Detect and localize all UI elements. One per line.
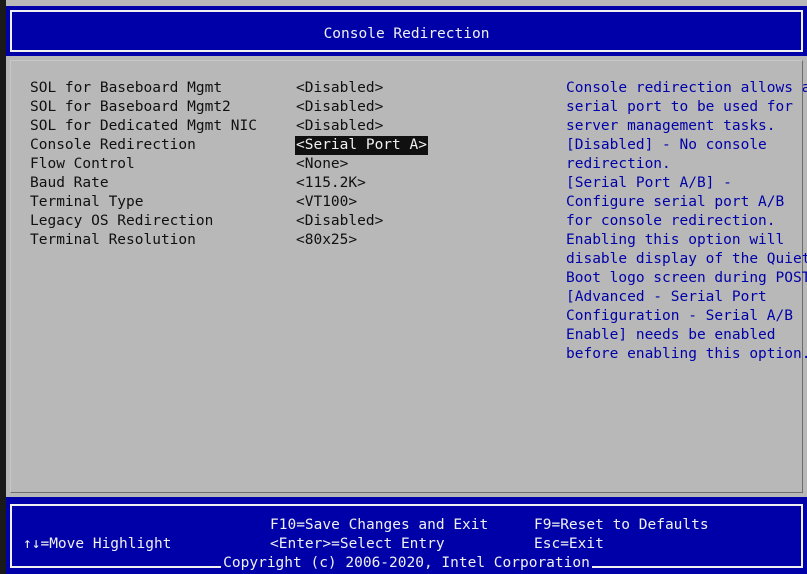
option-value[interactable]: <Disabled>: [295, 117, 384, 136]
reset-defaults-hint: F9=Reset to Defaults: [534, 517, 709, 533]
help-line: Configuration - Serial A/B: [566, 308, 793, 324]
title-bar: Console Redirection: [6, 6, 807, 56]
footer-bar: F10=Save Changes and Exit F9=Reset to De…: [6, 497, 807, 574]
option-value[interactable]: <None>: [295, 155, 349, 174]
help-line: Boot logo screen during POST.: [566, 270, 807, 286]
help-line: for console redirection.: [566, 213, 776, 229]
copyright-line: Copyright (c) 2006-2020, Intel Corporati…: [6, 554, 807, 573]
option-value[interactable]: <Disabled>: [295, 98, 384, 117]
option-label: SOL for Baseboard Mgmt2: [30, 99, 231, 115]
help-line: server management tasks.: [566, 118, 776, 134]
option-label: Terminal Resolution: [30, 232, 196, 248]
option-label: Terminal Type: [30, 194, 144, 210]
option-row-sol-baseboard-mgmt[interactable]: SOL for Baseboard Mgmt <Disabled>: [30, 79, 550, 98]
option-value[interactable]: <VT100>: [295, 193, 358, 212]
option-value-selected[interactable]: <Serial Port A>: [295, 136, 428, 155]
option-label: Console Redirection: [30, 137, 196, 153]
option-row-terminal-resolution[interactable]: Terminal Resolution <80x25>: [30, 231, 550, 250]
option-label: Legacy OS Redirection: [30, 213, 214, 229]
help-line: Enable] needs be enabled: [566, 327, 776, 343]
help-line: disable display of the Quiet: [566, 251, 807, 267]
option-label: Flow Control: [30, 156, 135, 172]
option-value[interactable]: <Disabled>: [295, 79, 384, 98]
option-value[interactable]: <80x25>: [295, 231, 358, 250]
copyright-text: Copyright (c) 2006-2020, Intel Corporati…: [221, 555, 592, 571]
option-value[interactable]: <115.2K>: [295, 174, 367, 193]
select-entry-hint: <Enter>=Select Entry: [270, 536, 445, 552]
help-line: [Advanced - Serial Port: [566, 289, 767, 305]
option-label: SOL for Dedicated Mgmt NIC: [30, 118, 257, 134]
option-row-flow-control[interactable]: Flow Control <None>: [30, 155, 550, 174]
option-row-sol-baseboard-mgmt2[interactable]: SOL for Baseboard Mgmt2 <Disabled>: [30, 98, 550, 117]
help-text-panel: Console redirection allows a serial port…: [566, 79, 807, 364]
option-row-terminal-type[interactable]: Terminal Type <VT100>: [30, 193, 550, 212]
esc-exit-hint: Esc=Exit: [534, 536, 604, 552]
help-line: before enabling this option.: [566, 346, 807, 362]
option-row-legacy-os-redirection[interactable]: Legacy OS Redirection <Disabled>: [30, 212, 550, 231]
main-panel: SOL for Baseboard Mgmt <Disabled> SOL fo…: [6, 56, 807, 497]
title-frame: Console Redirection: [10, 10, 803, 52]
option-row-baud-rate[interactable]: Baud Rate <115.2K>: [30, 174, 550, 193]
move-highlight-hint: ↑↓=Move Highlight: [23, 536, 172, 552]
option-row-sol-dedicated-mgmt-nic[interactable]: SOL for Dedicated Mgmt NIC <Disabled>: [30, 117, 550, 136]
option-row-console-redirection[interactable]: Console Redirection <Serial Port A>: [30, 136, 550, 155]
help-line: Console redirection allows a: [566, 80, 807, 96]
help-line: serial port to be used for: [566, 99, 793, 115]
option-value[interactable]: <Disabled>: [295, 212, 384, 231]
options-list: SOL for Baseboard Mgmt <Disabled> SOL fo…: [30, 79, 550, 250]
bios-setup-screen: Console Redirection SOL for Baseboard Mg…: [6, 0, 807, 574]
option-label: SOL for Baseboard Mgmt: [30, 80, 223, 96]
help-line: Configure serial port A/B: [566, 194, 785, 210]
help-line: [Serial Port A/B] -: [566, 175, 732, 191]
help-line: redirection.: [566, 156, 671, 172]
help-line: [Disabled] - No console: [566, 137, 767, 153]
option-label: Baud Rate: [30, 175, 109, 191]
help-line: Enabling this option will: [566, 232, 785, 248]
save-exit-hint: F10=Save Changes and Exit: [270, 517, 489, 533]
page-title: Console Redirection: [323, 26, 490, 42]
